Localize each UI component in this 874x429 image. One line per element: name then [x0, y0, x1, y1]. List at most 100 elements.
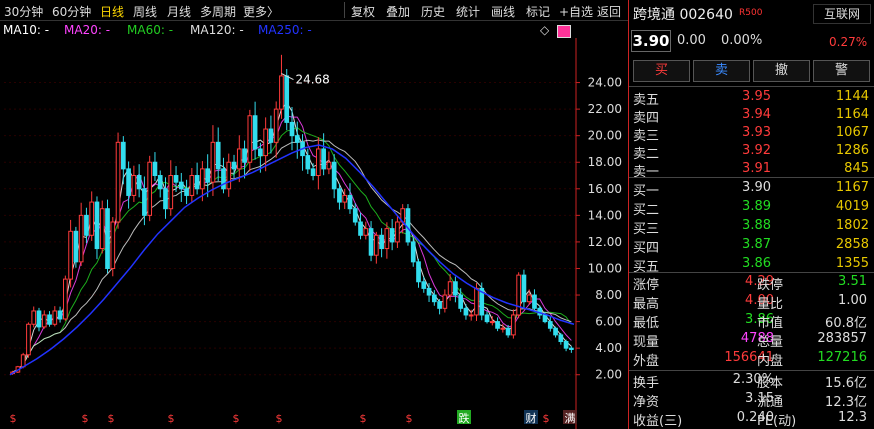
candle-body: [558, 334, 564, 343]
stock-code: 002640: [679, 7, 733, 23]
candle-body: [453, 281, 458, 296]
bid-level[interactable]: 买一 3.90 1167: [629, 178, 874, 199]
tab-more[interactable]: 更多〉: [243, 3, 279, 20]
max-price-label: 24.68: [295, 73, 329, 87]
industry-button[interactable]: 互联网: [813, 4, 871, 24]
diamond-icon[interactable]: ◇: [540, 23, 549, 37]
tab-60min[interactable]: 60分钟: [52, 3, 91, 20]
stat-label: 流通: [757, 395, 784, 410]
level-volume: 1355: [835, 256, 869, 271]
bid-level[interactable]: 买三 3.88 1802: [629, 216, 874, 237]
candle-body: [236, 148, 242, 170]
candle-body: [289, 121, 295, 137]
event-marker: $: [233, 412, 240, 425]
level-volume: 1067: [835, 125, 869, 140]
candle-body: [57, 310, 63, 320]
bid-level[interactable]: 买四 3.87 2858: [629, 235, 874, 256]
level-volume: 2858: [835, 237, 869, 252]
event-markers: $ $ $ $ $ $ $ $ 跌 财 $ 满: [10, 410, 577, 425]
y-tick-label: 20.00: [588, 129, 622, 143]
level-price: 3.90: [742, 180, 771, 195]
overlay-button[interactable]: 叠加: [386, 3, 410, 20]
candle-body: [268, 128, 274, 143]
candle-body: [84, 214, 89, 236]
candle-body: [252, 115, 258, 150]
candle-body: [152, 161, 158, 177]
event-marker: $: [406, 412, 413, 425]
candlestick-chart[interactable]: 24.00 22.00 20.00 18.00 16.00 14.00 12.00 10.00…: [0, 38, 628, 429]
candle-body: [368, 228, 374, 256]
candle-body: [547, 321, 553, 329]
statistics-button[interactable]: 统计: [456, 3, 480, 20]
y-tick-label: 18.00: [588, 155, 622, 169]
price-change-pct: 0.00%: [721, 33, 763, 48]
ma250-polyline: [9, 144, 575, 376]
candle-body: [505, 327, 511, 336]
ask-level[interactable]: 卖五 3.95 1144: [629, 87, 874, 108]
y-tick-label: 8.00: [595, 288, 622, 302]
candle-body: [463, 307, 469, 316]
candle-body: [395, 221, 400, 243]
candle-body: [342, 194, 348, 203]
tab-weekly[interactable]: 周线: [133, 3, 157, 20]
stat-value: 12.3: [838, 410, 867, 425]
level-volume: 1144: [835, 89, 869, 104]
window-layout-icon[interactable]: [557, 25, 571, 38]
draw-line-button[interactable]: 画线: [491, 3, 515, 20]
tab-multi-period[interactable]: 多周期: [200, 3, 236, 20]
candle-body: [247, 115, 253, 163]
event-marker: $: [82, 412, 89, 425]
level-price: 3.88: [742, 218, 771, 233]
candle-body: [147, 161, 153, 216]
candle-body: [431, 294, 437, 303]
candle-body: [73, 230, 79, 263]
cancel-order-button[interactable]: 撤: [753, 60, 810, 82]
candle-body: [52, 310, 58, 325]
candle-body: [142, 188, 147, 216]
candle-body: [205, 168, 211, 183]
divider: [629, 370, 874, 371]
candle-body: [47, 314, 52, 325]
candle-body: [184, 188, 189, 196]
candle-body: [41, 314, 47, 328]
level-volume: 1802: [835, 218, 869, 233]
event-marker: $: [108, 412, 115, 425]
level-price: 3.86: [742, 256, 771, 271]
alert-button[interactable]: 警: [813, 60, 870, 82]
level-volume: 4019: [835, 199, 869, 214]
ask-level[interactable]: 卖二 3.92 1286: [629, 141, 874, 162]
candle-body: [389, 228, 395, 243]
tab-daily[interactable]: 日线: [100, 3, 124, 20]
ma120-label: MA120: -: [190, 23, 244, 37]
buy-button[interactable]: 买: [633, 60, 690, 82]
y-tick-label: 12.00: [588, 235, 622, 249]
sell-button[interactable]: 卖: [693, 60, 750, 82]
stat-label: 最低: [633, 316, 660, 331]
y-tick-label: 22.00: [588, 102, 622, 116]
ask-level[interactable]: 卖四 3.94 1164: [629, 105, 874, 126]
candle-body: [136, 175, 142, 190]
candle-body: [526, 294, 532, 303]
candle-body: [426, 287, 432, 296]
mark-button[interactable]: 标记: [526, 3, 550, 20]
candle-body: [521, 274, 527, 303]
stat-label: 市值: [757, 316, 784, 331]
level-price: 3.93: [742, 125, 771, 140]
tab-monthly[interactable]: 月线: [167, 3, 191, 20]
candle-body: [442, 294, 448, 309]
restore-rights-button[interactable]: 复权: [351, 3, 375, 20]
ask-level[interactable]: 卖一 3.91 845: [629, 159, 874, 180]
add-watchlist-button[interactable]: +自选: [559, 3, 593, 20]
candle-body: [363, 228, 369, 236]
history-button[interactable]: 历史: [421, 3, 445, 20]
candle-body: [210, 141, 216, 183]
ask-level[interactable]: 卖三 3.93 1067: [629, 123, 874, 144]
candle-body: [437, 301, 442, 309]
bid-level[interactable]: 买五 3.86 1355: [629, 254, 874, 275]
back-button[interactable]: 返回: [597, 3, 621, 20]
candle-body: [489, 321, 495, 324]
tab-30min[interactable]: 30分钟: [4, 3, 43, 20]
bid-level[interactable]: 买二 3.89 4019: [629, 197, 874, 218]
candle-body: [447, 281, 453, 296]
stat-value: 12.3亿: [825, 395, 867, 410]
